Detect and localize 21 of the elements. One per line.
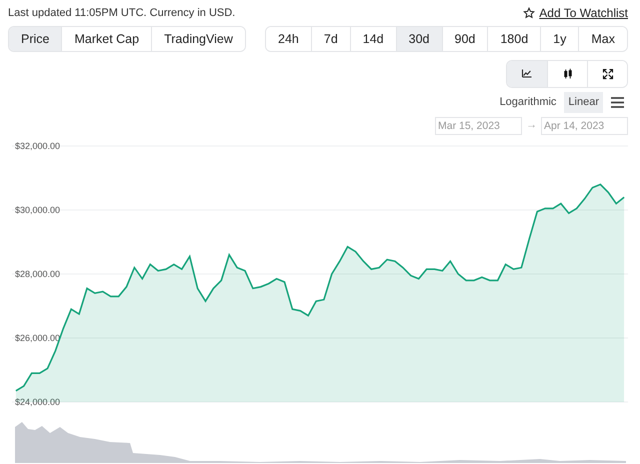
range-button[interactable]: 30d	[396, 27, 442, 51]
y-axis-label: $24,000.00	[15, 396, 60, 406]
y-axis-label: $26,000.00	[15, 332, 60, 342]
star-icon	[523, 7, 536, 19]
range-button[interactable]: Max	[578, 27, 627, 51]
scale-option[interactable]: Logarithmic	[496, 92, 560, 112]
line-chart-icon	[521, 68, 533, 80]
candlestick-icon	[562, 68, 574, 80]
view-tab[interactable]: Price	[9, 27, 62, 51]
arrow-separator: →	[526, 118, 537, 134]
fullscreen-view-button[interactable]	[587, 61, 627, 87]
line-view-button[interactable]	[507, 61, 547, 87]
fullscreen-icon	[602, 68, 614, 80]
y-axis-label: $32,000.00	[15, 140, 60, 150]
menu-icon	[611, 96, 624, 108]
view-tab[interactable]: TradingView	[151, 27, 245, 51]
y-axis-label: $30,000.00	[15, 204, 60, 214]
last-updated-text: Last updated 11:05PM UTC. Currency in USD.	[8, 6, 236, 21]
y-axis-label: $28,000.00	[15, 268, 60, 278]
add-to-watchlist-link[interactable]: Add To Watchlist	[523, 4, 628, 22]
scale-option[interactable]: Linear	[564, 92, 603, 112]
